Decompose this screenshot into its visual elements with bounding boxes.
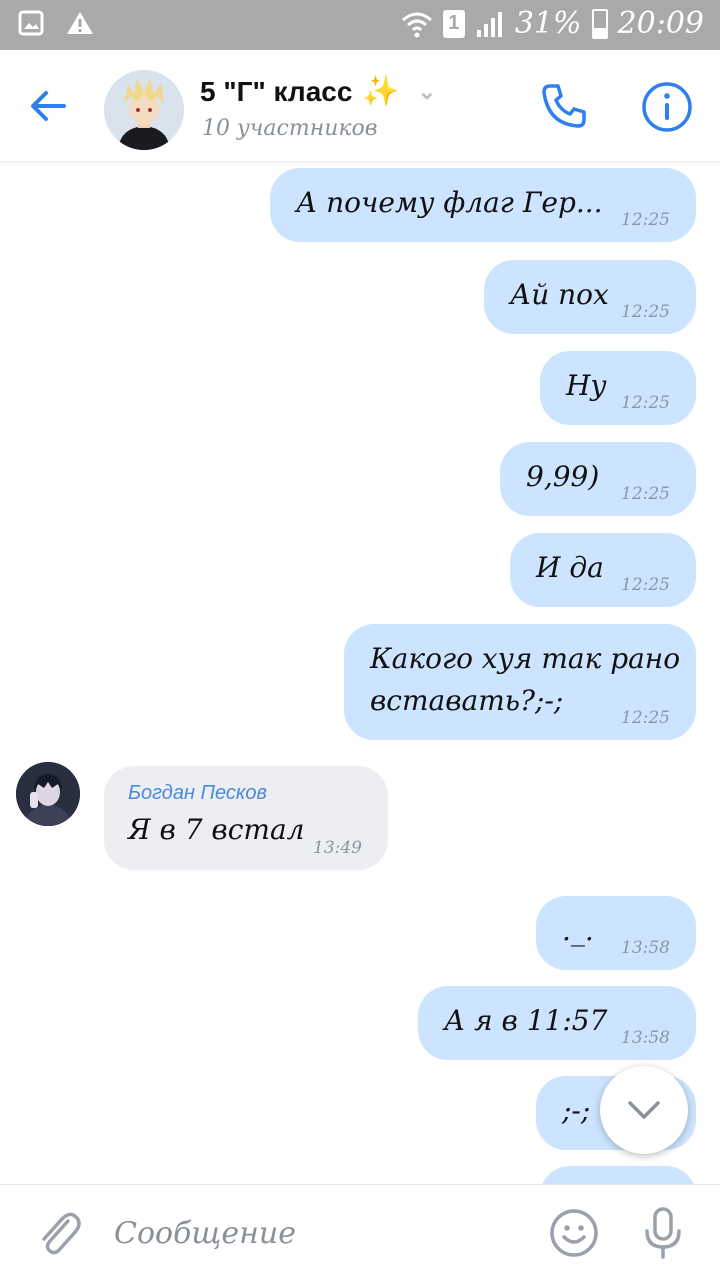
battery-charging-icon — [591, 8, 608, 39]
paperclip-icon[interactable] — [34, 1207, 82, 1259]
message-bubble-outgoing[interactable]: А почему флаг Гер... 12:25 — [270, 168, 696, 242]
message-time: 12:25 — [621, 210, 670, 230]
message-time: 12:25 — [621, 708, 670, 728]
message-bubble-outgoing-partial[interactable] — [540, 1166, 696, 1184]
sender-name[interactable]: Богдан Песков — [128, 782, 388, 805]
message-time: 13:58 — [621, 1028, 670, 1048]
message-bubble-outgoing[interactable]: ._. 13:58 — [536, 896, 696, 970]
message-time: 12:25 — [621, 302, 670, 322]
warning-icon — [67, 12, 93, 34]
message-bubble-outgoing[interactable]: А я в 11:57 13:58 — [418, 986, 696, 1060]
message-bubble-outgoing[interactable]: Какого хуя так рано вставать?;-; 12:25 — [344, 624, 696, 740]
message-bubble-outgoing[interactable]: 9,99) 12:25 — [500, 442, 696, 516]
status-bar: 1 31% 20:09 — [0, 0, 720, 50]
message-list[interactable]: А почему флаг Гер... 12:25 Ай пох 12:25 … — [0, 162, 720, 1184]
microphone-icon[interactable] — [640, 1205, 686, 1261]
anime-avatar-image — [104, 70, 184, 150]
phone-icon[interactable] — [538, 80, 590, 132]
sim-icon: 1 — [442, 9, 465, 38]
members-count: 10 участников — [202, 116, 378, 141]
sender-avatar[interactable] — [16, 762, 80, 826]
clock: 20:09 — [617, 6, 704, 41]
chevron-down-icon[interactable]: ⌄ — [418, 79, 436, 105]
message-bubble-outgoing[interactable]: И да 12:25 — [510, 533, 696, 607]
anime-avatar-image — [16, 762, 80, 826]
message-time: 12:25 — [621, 393, 670, 413]
chat-title-text: 5 "Г" класс — [200, 75, 353, 107]
message-text: И да — [536, 551, 604, 584]
message-text: Какого хуя так рано — [370, 642, 681, 675]
chat-avatar[interactable] — [104, 70, 184, 150]
message-time: 12:25 — [621, 484, 670, 504]
message-bubble-outgoing[interactable]: Ну 12:25 — [540, 351, 696, 425]
message-time: 12:25 — [621, 575, 670, 595]
message-time: 13:58 — [621, 938, 670, 958]
sparkles-emoji: ✨ — [362, 75, 400, 108]
chat-title[interactable]: 5 "Г" класс ✨ ⌄ — [200, 74, 436, 109]
battery-percent: 31% — [514, 6, 582, 41]
message-composer — [0, 1184, 720, 1280]
message-text: 9,99) — [526, 460, 600, 493]
back-arrow-icon[interactable] — [24, 82, 72, 130]
message-time: 13:49 — [313, 838, 362, 858]
info-icon[interactable] — [640, 80, 694, 134]
scroll-to-bottom-button[interactable] — [600, 1066, 688, 1154]
message-bubble-incoming[interactable]: Богдан Песков Я в 7 встал 13:49 — [104, 766, 388, 870]
wifi-icon — [401, 12, 432, 37]
message-input[interactable] — [114, 1211, 514, 1255]
signal-icon — [476, 11, 502, 37]
chat-header: 5 "Г" класс ✨ ⌄ 10 участников — [0, 50, 720, 162]
chevron-down-icon — [628, 1101, 660, 1119]
image-icon — [18, 10, 44, 36]
emoji-icon[interactable] — [548, 1207, 600, 1259]
message-bubble-outgoing[interactable]: Ай пох 12:25 — [484, 260, 696, 334]
